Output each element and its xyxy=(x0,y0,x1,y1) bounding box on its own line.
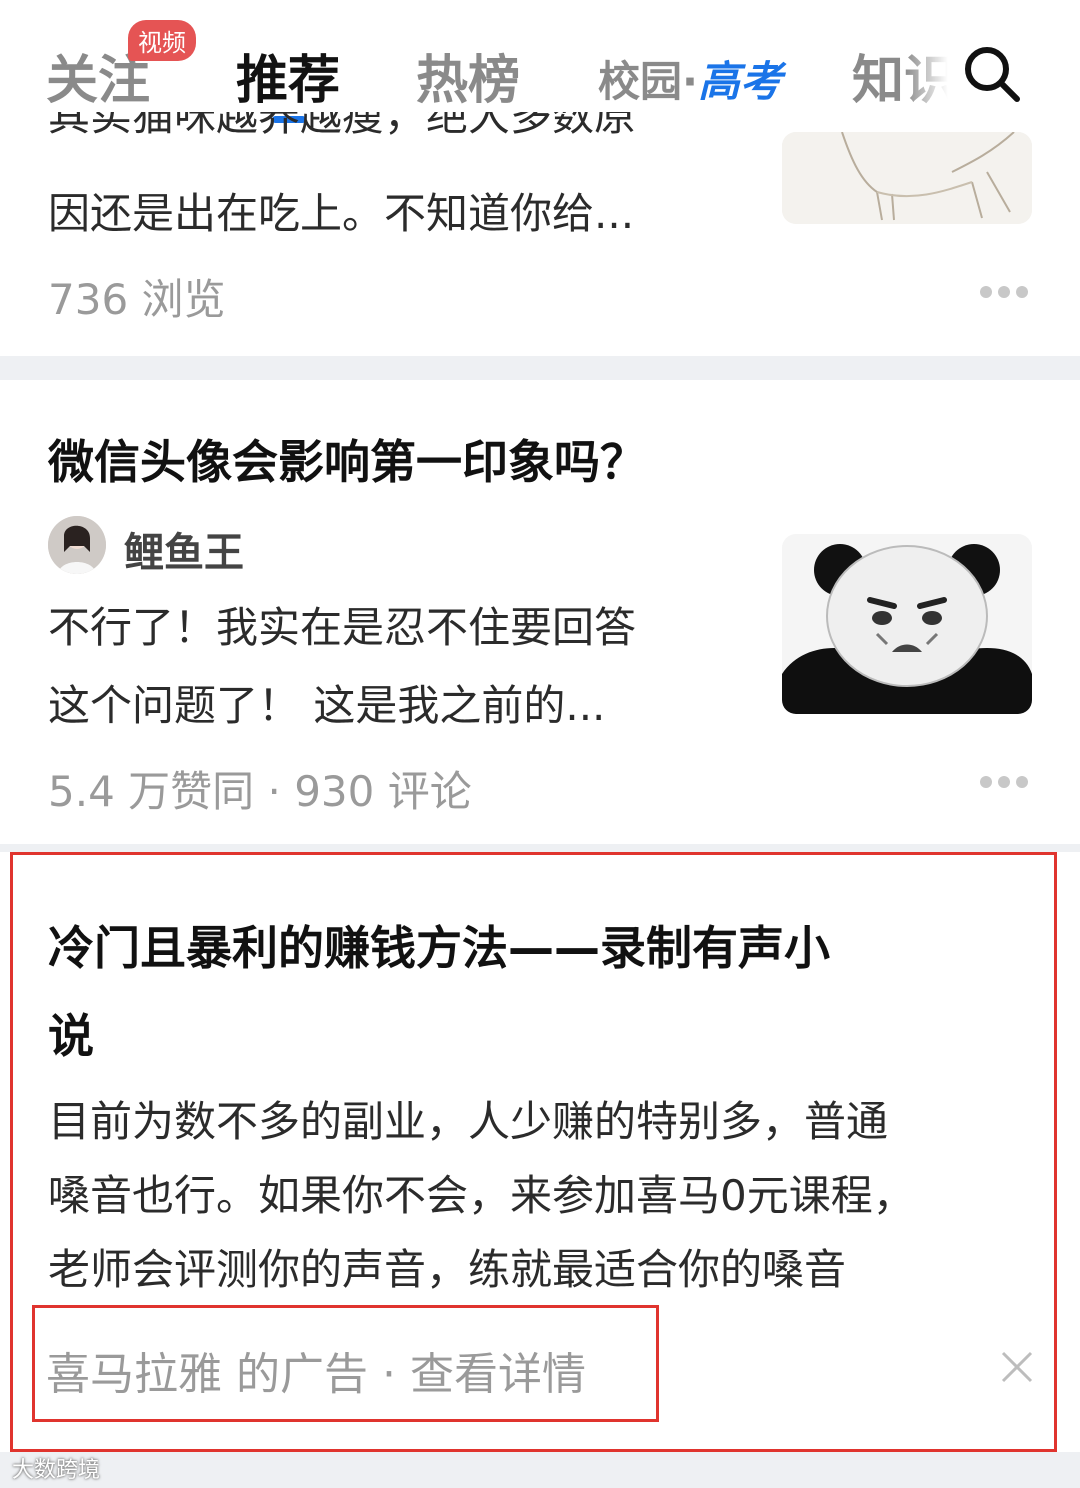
card-title-line-2: 说 xyxy=(48,1009,94,1063)
panda-meme-icon xyxy=(782,534,1032,714)
excerpt-line-1: 其实猫咪越养越瘦，绝大多数原 xyxy=(48,112,637,140)
feed-card-cat[interactable]: 其实猫咪越养越瘦，绝大多数原 因还是出在吃上。不知道你给... 736 浏览 xyxy=(0,112,1080,356)
excerpt-line-1: 不行了！我实在是忍不住要回答 xyxy=(48,603,637,652)
feed-card-wechat-avatar[interactable]: 微信头像会影响第一印象吗？ 鲤鱼王 不行了！我实在是忍不住要回答 这个问题了！ … xyxy=(0,380,1080,844)
card-excerpt-line: 其实猫咪越养越瘦，绝大多数原 xyxy=(48,112,636,152)
avatar xyxy=(48,516,106,574)
tab-gaokao-highlight: 高考 xyxy=(697,57,782,106)
tab-recommend-label: 推荐 xyxy=(236,51,341,111)
tab-recommend[interactable]: 推荐 xyxy=(236,38,340,113)
close-icon[interactable] xyxy=(1000,1350,1034,1384)
video-badge: 视频 xyxy=(128,20,196,61)
excerpt-line-2: 因还是出在吃上。不知道你给... xyxy=(48,189,635,238)
panda-meme-thumbnail[interactable] xyxy=(782,534,1032,714)
card-title-line-1: 冷门且暴利的赚钱方法——录制有声小 xyxy=(48,921,830,975)
ad-details-link[interactable]: 喜马拉雅 的广告 · 查看详情 xyxy=(46,1338,586,1402)
more-options-icon[interactable] xyxy=(980,286,1028,300)
card-title: 微信头像会影响第一印象吗？ xyxy=(48,435,646,489)
search-icon[interactable] xyxy=(962,44,1022,104)
watermark: 大数跨境 xyxy=(12,1458,101,1483)
cat-illustration-icon xyxy=(782,132,1032,224)
tab-campus-prefix: 校园· xyxy=(598,57,698,106)
tab-hot-list[interactable]: 热榜 xyxy=(416,38,520,113)
more-options-icon[interactable] xyxy=(980,776,1028,790)
excerpt-line-1: 目前为数不多的副业，人少赚的特别多，普通 xyxy=(48,1097,889,1146)
cat-thumbnail[interactable] xyxy=(782,132,1032,224)
card-stats: 736 浏览 xyxy=(48,275,226,324)
card-stats: 5.4 万赞同 · 930 评论 xyxy=(48,767,472,816)
tab-hot-list-label: 热榜 xyxy=(416,51,521,111)
author-name: 鲤鱼王 xyxy=(124,530,244,576)
tab-knowledge[interactable]: 知识 xyxy=(852,38,948,113)
excerpt-line-2: 这个问题了！ 这是我之前的... xyxy=(48,681,606,730)
excerpt-line-3: 老师会评测你的声音，练就最适合你的嗓音 xyxy=(48,1245,847,1294)
excerpt-line-2: 嗓音也行。如果你不会，来参加喜马0元课程， xyxy=(48,1171,915,1220)
tab-campus-gaokao[interactable]: 校园·高考 xyxy=(598,48,782,109)
tab-knowledge-label: 知识 xyxy=(852,51,948,111)
